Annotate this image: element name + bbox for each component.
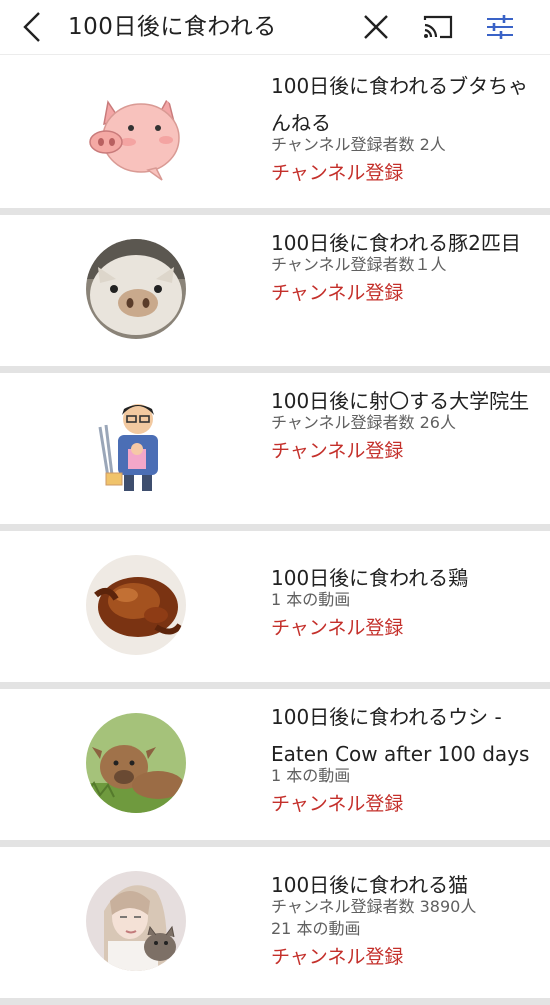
cast-button[interactable] [418,0,458,54]
divider [0,840,550,847]
channel-avatar[interactable] [86,90,186,190]
channel-meta: チャンネル登録者数 2人 [271,135,446,154]
channel-meta: 21 本の動画 [271,919,361,938]
channel-title[interactable]: 100日後に食われるウシ - Eaten Cow after 100 days [271,699,540,773]
pig-illustration-icon [86,90,186,190]
channel-result[interactable]: 100日後に食われるウシ - Eaten Cow after 100 days … [0,689,550,840]
channel-text: 100日後に食われる豚2匹目 チャンネル登録者数１人 チャンネル登録 [271,225,540,307]
divider [0,366,550,373]
channel-result[interactable]: 100日後に食われる鶏 1 本の動画 チャンネル登録 [0,531,550,682]
person-with-cat-photo-icon [86,871,186,971]
channel-avatar[interactable] [86,871,186,971]
channel-meta: チャンネル登録者数 3890人 [271,897,477,916]
filter-sliders-icon [487,15,513,39]
roast-chicken-photo-icon [86,555,186,655]
subscribe-button[interactable]: チャンネル登録 [271,790,540,818]
channel-avatar[interactable] [86,555,186,655]
search-header: 100日後に食われる [0,0,550,55]
subscribe-button[interactable]: チャンネル登録 [271,437,540,465]
subscribe-button[interactable]: チャンネル登録 [271,159,540,187]
channel-title[interactable]: 100日後に食われるブタちゃんねる [271,68,540,142]
channel-text: 100日後に射〇する大学院生 チャンネル登録者数 26人 チャンネル登録 [271,383,540,465]
channel-avatar[interactable] [86,397,186,497]
cow-photo-icon [86,713,186,813]
close-icon [364,15,388,39]
channel-text: 100日後に食われるブタちゃんねる チャンネル登録者数 2人 チャンネル登録 [271,68,540,187]
channel-avatar[interactable] [86,713,186,813]
channel-text: 100日後に食われる鶏 1 本の動画 チャンネル登録 [271,560,540,642]
channel-result[interactable]: 100日後に射〇する大学院生 チャンネル登録者数 26人 チャンネル登録 [0,373,550,524]
divider [0,682,550,689]
search-query[interactable]: 100日後に食われる [68,0,277,54]
channel-result[interactable]: 100日後に食われるブタちゃんねる チャンネル登録者数 2人 チャンネル登録 [0,58,550,208]
channel-text: 100日後に食われるウシ - Eaten Cow after 100 days … [271,699,540,818]
student-illustration-icon [86,397,186,497]
divider [0,524,550,531]
channel-results-list: 100日後に食われるブタちゃんねる チャンネル登録者数 2人 チャンネル登録 1… [0,58,550,1005]
channel-text: 100日後に食われる猫 チャンネル登録者数 3890人 21 本の動画 チャンネ… [271,867,540,971]
divider [0,208,550,215]
channel-result[interactable]: 100日後に食われる猫 チャンネル登録者数 3890人 21 本の動画 チャンネ… [0,847,550,998]
subscribe-button[interactable]: チャンネル登録 [271,943,540,971]
channel-avatar[interactable] [86,239,186,339]
cast-icon [423,15,453,39]
back-arrow-icon [23,12,40,42]
channel-result[interactable]: 100日後に食われる豚2匹目 チャンネル登録者数１人 チャンネル登録 [0,215,550,366]
subscribe-button[interactable]: チャンネル登録 [271,614,540,642]
pig-photo-icon [86,239,186,339]
back-button[interactable] [14,0,50,54]
clear-search-button[interactable] [356,0,396,54]
subscribe-button[interactable]: チャンネル登録 [271,279,540,307]
filter-button[interactable] [480,0,520,54]
